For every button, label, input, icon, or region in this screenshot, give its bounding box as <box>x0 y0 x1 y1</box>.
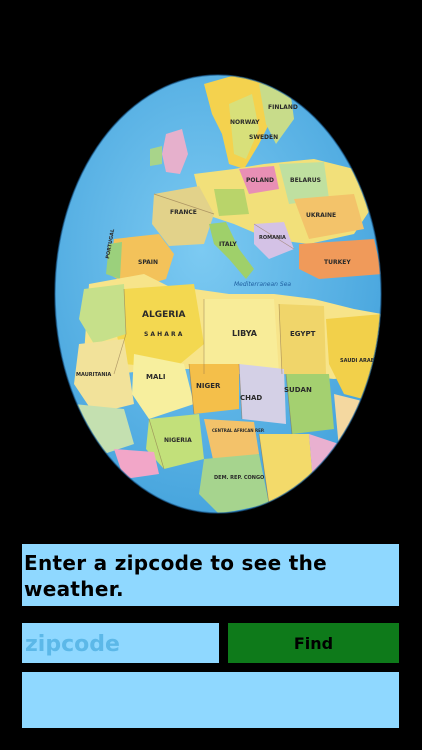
map-label-mediterranean: Mediterranean Sea <box>234 281 291 288</box>
globe-image: NORWAY SWEDEN FINLAND POLAND BELARUS UKR… <box>54 74 382 514</box>
map-label-libya: LIBYA <box>232 329 258 338</box>
find-button[interactable]: Find <box>228 623 399 663</box>
weather-message-label: Enter a zipcode to see the weather. <box>22 544 399 606</box>
map-label-belarus: BELARUS <box>290 177 321 184</box>
map-label-sahara: S A H A R A <box>144 331 183 338</box>
weather-result-box <box>22 672 399 728</box>
map-label-romania: ROMANIA <box>259 235 286 241</box>
map-label-niger: NIGER <box>196 382 221 390</box>
map-label-sudan: SUDAN <box>284 386 312 394</box>
map-label-finland: FINLAND <box>268 104 298 111</box>
map-label-mali: MALI <box>146 373 165 381</box>
map-label-spain: SPAIN <box>138 259 158 266</box>
map-label-turkey: TURKEY <box>324 259 351 266</box>
map-label-nigeria: NIGERIA <box>164 437 192 444</box>
zipcode-input[interactable] <box>22 623 219 663</box>
map-label-ukraine: UKRAINE <box>306 212 336 219</box>
map-label-chad: CHAD <box>240 394 262 402</box>
map-label-poland: POLAND <box>246 177 274 184</box>
map-label-egypt: EGYPT <box>290 330 316 338</box>
map-label-sweden: SWEDEN <box>249 134 278 141</box>
map-label-central-african-rep: CENTRAL AFRICAN REP. <box>212 428 265 433</box>
map-label-norway: NORWAY <box>230 119 260 126</box>
map-label-france: FRANCE <box>170 209 197 216</box>
map-label-dem-rep-congo: DEM. REP. CONGO <box>214 475 264 481</box>
map-label-ethiopia: ETHIOPIA <box>346 432 373 438</box>
map-label-italy: ITALY <box>219 241 237 248</box>
map-label-mauritania: MAURITANIA <box>76 372 111 378</box>
map-label-algeria: ALGERIA <box>142 310 186 320</box>
